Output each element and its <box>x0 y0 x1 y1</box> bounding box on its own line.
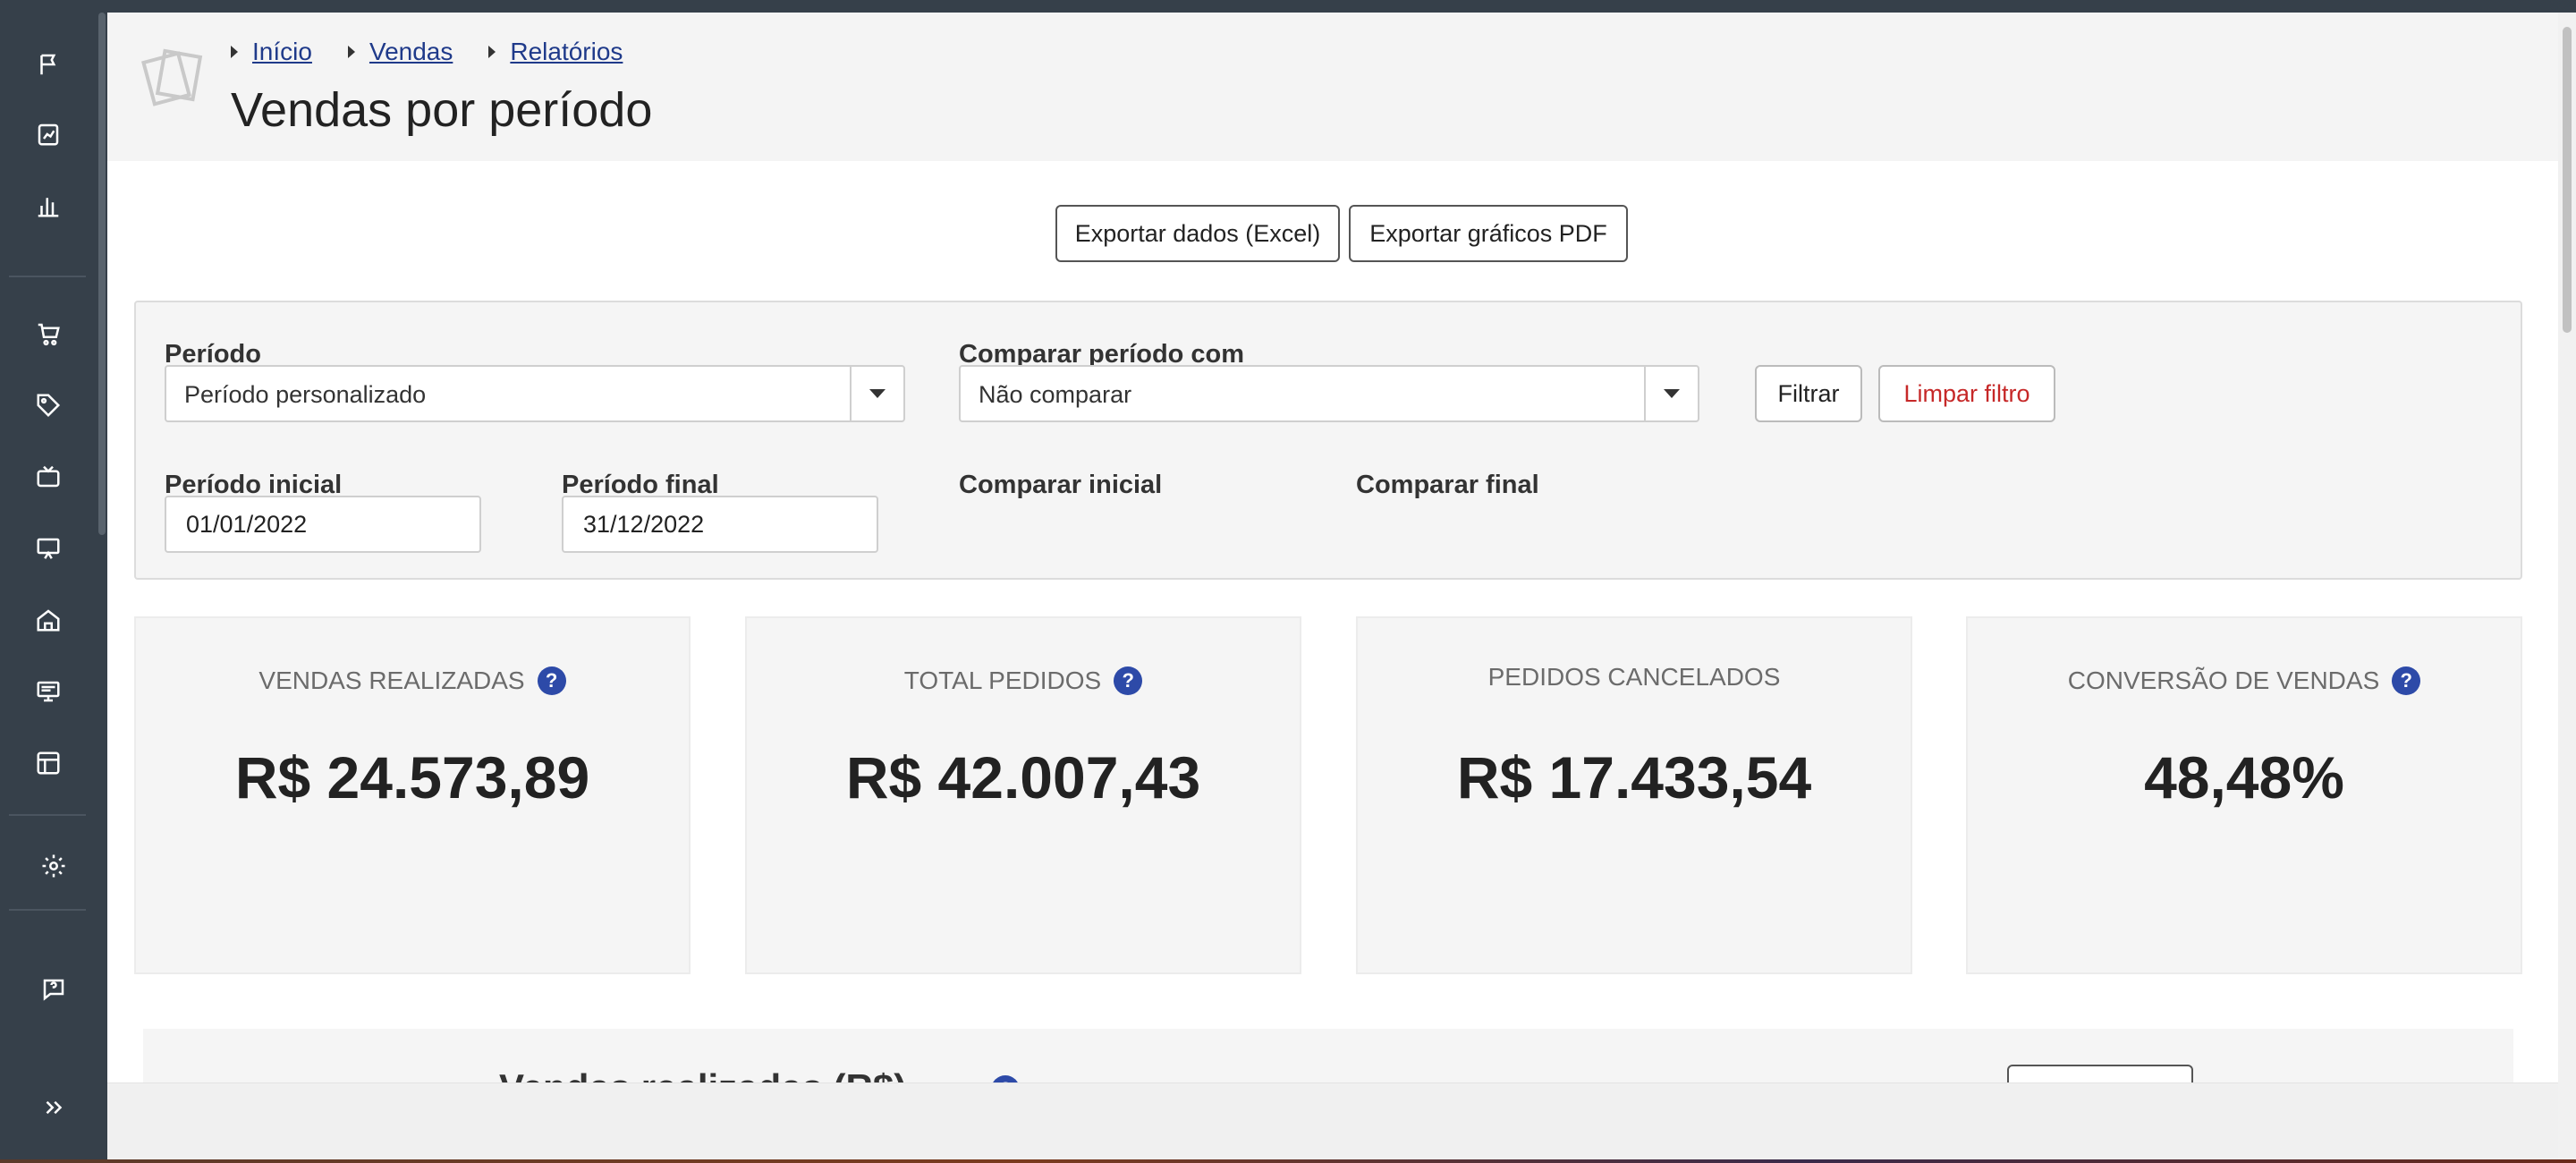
caret-right-icon <box>488 46 496 58</box>
help-icon[interactable]: ? <box>1114 666 1143 695</box>
monitor-icon[interactable] <box>32 675 64 708</box>
breadcrumb-link-vendas[interactable]: Vendas <box>369 38 453 66</box>
layout-icon[interactable] <box>32 747 64 779</box>
sidebar-divider <box>9 276 86 277</box>
sidebar-divider <box>9 909 86 911</box>
breadcrumb-item[interactable]: Início <box>231 38 312 66</box>
compare-select[interactable]: Não comparar <box>959 365 1699 422</box>
page-title: Vendas por período <box>231 83 653 137</box>
help-chat-icon[interactable] <box>38 973 70 1006</box>
kpi-card-cancelled: PEDIDOS CANCELADOS R$ 17.433,54 <box>1356 616 1912 974</box>
breadcrumb: Início Vendas Relatórios <box>231 38 658 66</box>
kpi-title-text: VENDAS REALIZADAS <box>258 666 525 694</box>
kpi-title: PEDIDOS CANCELADOS <box>1358 663 1911 692</box>
compare-select-value: Não comparar <box>979 381 1132 408</box>
breadcrumb-link-relatorios[interactable]: Relatórios <box>510 38 623 66</box>
kpi-value: R$ 17.433,54 <box>1456 744 1812 811</box>
chevron-down-icon <box>869 389 886 398</box>
export-pdf-button[interactable]: Exportar gráficos PDF <box>1349 205 1628 262</box>
sidebar-scrollbar[interactable] <box>98 13 106 535</box>
logo-icon <box>141 48 203 106</box>
dropdown-toggle[interactable] <box>850 367 903 420</box>
export-excel-button[interactable]: Exportar dados (Excel) <box>1055 205 1340 262</box>
breadcrumb-item[interactable]: Vendas <box>347 38 453 66</box>
period-select[interactable]: Período personalizado <box>165 365 905 422</box>
kpi-card-total-orders: TOTAL PEDIDOS? R$ 42.007,43 <box>745 616 1301 974</box>
kpi-title: CONVERSÃO DE VENDAS? <box>1968 666 2521 695</box>
period-select-value: Período personalizado <box>184 381 427 408</box>
clipboard-chart-icon[interactable] <box>32 118 64 150</box>
expand-icon[interactable] <box>38 1091 70 1124</box>
caret-right-icon <box>347 46 355 58</box>
tv-icon[interactable] <box>32 461 64 493</box>
main-content: Início Vendas Relatórios Vendas por perí… <box>107 13 2558 1159</box>
tag-icon[interactable] <box>32 389 64 421</box>
top-bar <box>0 0 2576 13</box>
dropdown-toggle[interactable] <box>1644 367 1698 420</box>
kpi-value: R$ 42.007,43 <box>845 744 1201 811</box>
filter-panel: Período Período personalizado Comparar p… <box>134 301 2522 580</box>
kpi-title-text: PEDIDOS CANCELADOS <box>1487 663 1781 691</box>
chevron-down-icon <box>1664 389 1680 398</box>
gear-icon[interactable] <box>38 850 70 882</box>
cart-icon[interactable] <box>32 318 64 350</box>
bottom-bar <box>107 1082 2558 1159</box>
page-scrollbar[interactable] <box>2558 13 2576 1159</box>
kpi-title: TOTAL PEDIDOS? <box>747 666 1300 695</box>
caret-right-icon <box>231 46 238 58</box>
flag-icon[interactable] <box>32 48 64 81</box>
compare-start-label: Comparar inicial <box>959 471 1163 499</box>
kpi-title-text: CONVERSÃO DE VENDAS <box>2067 666 2380 694</box>
scrollbar-thumb[interactable] <box>2563 27 2572 333</box>
kpi-card-conversion: CONVERSÃO DE VENDAS? 48,48% <box>1966 616 2522 974</box>
kpi-value: 48,48% <box>2144 744 2344 811</box>
breadcrumb-item[interactable]: Relatórios <box>488 38 623 66</box>
help-icon[interactable]: ? <box>2392 666 2421 695</box>
bar-chart-icon[interactable] <box>32 190 64 222</box>
sidebar-divider <box>9 814 86 816</box>
sidebar <box>0 0 107 1159</box>
filter-button[interactable]: Filtrar <box>1755 365 1862 422</box>
kpi-card-sales: VENDAS REALIZADAS? R$ 24.573,89 <box>134 616 691 974</box>
kpi-title-text: TOTAL PEDIDOS <box>903 666 1102 694</box>
clear-filter-button[interactable]: Limpar filtro <box>1878 365 2055 422</box>
kpi-value: R$ 24.573,89 <box>234 744 590 811</box>
page-header: Início Vendas Relatórios Vendas por perí… <box>107 13 2558 161</box>
kpi-title: VENDAS REALIZADAS? <box>136 666 689 695</box>
presentation-icon[interactable] <box>32 532 64 565</box>
breadcrumb-link-inicio[interactable]: Início <box>252 38 312 66</box>
compare-end-label: Comparar final <box>1356 471 1539 499</box>
help-icon[interactable]: ? <box>537 666 566 695</box>
end-date-input[interactable]: 31/12/2022 <box>562 496 878 553</box>
start-date-input[interactable]: 01/01/2022 <box>165 496 481 553</box>
home-icon[interactable] <box>32 604 64 636</box>
